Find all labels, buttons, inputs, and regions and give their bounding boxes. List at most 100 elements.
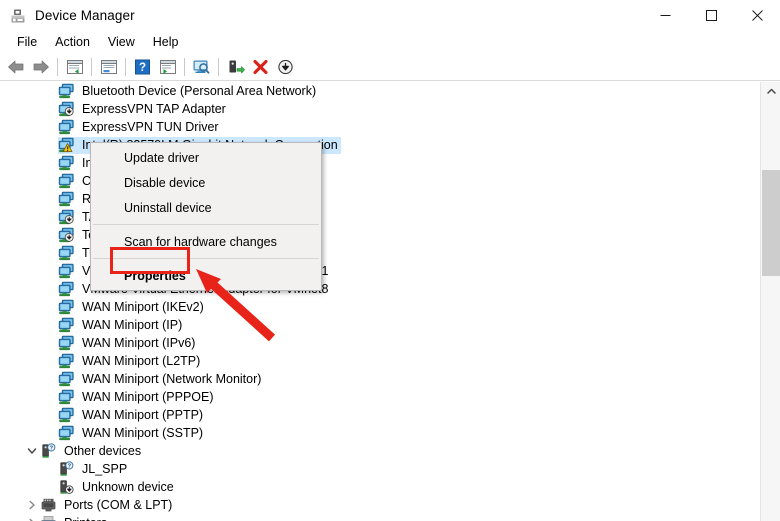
network-adapter-disabled-icon: [58, 209, 75, 225]
tree-row-label: Printers: [61, 515, 110, 521]
show-hide-console-tree-icon[interactable]: [62, 55, 87, 79]
svg-text:?: ?: [50, 446, 54, 452]
window-controls: [642, 0, 780, 31]
context-menu[interactable]: Update driver Disable device Uninstall dev…: [90, 142, 322, 291]
menu-item-help[interactable]: Help: [144, 33, 188, 51]
network-adapter-icon: [58, 389, 75, 405]
scrollbar-thumb[interactable]: [762, 170, 780, 276]
toolbar-separator: [218, 57, 219, 76]
tree-row[interactable]: Ports (COM & LPT): [0, 496, 760, 514]
uninstall-device-icon[interactable]: [248, 55, 273, 79]
tree-row-label: WAN Miniport (PPTP): [82, 408, 204, 422]
tree-row-content: Bluetooth Device (Personal Area Network): [58, 83, 319, 100]
tree-row[interactable]: ? Other devices: [0, 442, 760, 460]
tree-row-label: WAN Miniport (IPv6): [82, 336, 196, 350]
tree-row[interactable]: WAN Miniport (L2TP): [0, 352, 760, 370]
network-adapter-icon: [58, 317, 75, 333]
close-button[interactable]: [734, 0, 780, 31]
minimize-button[interactable]: [642, 0, 688, 31]
context-menu-item[interactable]: Disable device: [91, 170, 321, 195]
tree-row[interactable]: ExpressVPN TUN Driver: [0, 118, 760, 136]
tree-row-label: WAN Miniport (L2TP): [82, 354, 201, 368]
tree-row-label: WAN Miniport (IKEv2): [82, 300, 204, 314]
show-hide-action-pane-icon[interactable]: [155, 55, 180, 79]
tree-row[interactable]: WAN Miniport (SSTP): [0, 424, 760, 442]
tree-row[interactable]: WAN Miniport (IPv6): [0, 334, 760, 352]
unknown-device-icon: ?: [58, 461, 75, 477]
tree-row[interactable]: WAN Miniport (IKEv2): [0, 298, 760, 316]
context-menu-separator: [93, 258, 319, 259]
network-adapter-icon: [58, 119, 75, 135]
toolbar-separator: [125, 57, 126, 76]
tree-row[interactable]: Unknown device: [0, 478, 760, 496]
context-menu-item[interactable]: Scan for hardware changes: [91, 229, 321, 254]
tree-row-content: ExpressVPN TUN Driver: [58, 119, 222, 136]
tree-row[interactable]: WAN Miniport (Network Monitor): [0, 370, 760, 388]
chevron-right-icon[interactable]: [24, 497, 40, 513]
toolbar: ?: [0, 53, 780, 81]
tree-row-content: WAN Miniport (PPPOE): [58, 389, 217, 406]
context-menu-item[interactable]: Properties: [91, 263, 321, 288]
tree-row[interactable]: Bluetooth Device (Personal Area Network): [0, 82, 760, 100]
menu-item-file[interactable]: File: [8, 33, 46, 51]
back-icon[interactable]: [3, 55, 28, 79]
tree-row-content: WAN Miniport (L2TP): [58, 353, 203, 370]
context-menu-item[interactable]: Uninstall device: [91, 195, 321, 220]
tree-row-label: JL_SPP: [82, 462, 128, 476]
network-adapter-disabled-icon: [58, 101, 75, 117]
chevron-right-icon[interactable]: [24, 515, 40, 521]
unknown-device-disabled-icon: [58, 479, 75, 495]
tree-row[interactable]: Printers: [0, 514, 760, 521]
toolbar-separator: [184, 57, 185, 76]
tree-row-content: WAN Miniport (Network Monitor): [58, 371, 264, 388]
network-adapter-icon: [58, 371, 75, 387]
vertical-scrollbar[interactable]: [760, 82, 780, 521]
tree-row-content: WAN Miniport (PPTP): [58, 407, 206, 424]
properties-icon[interactable]: [96, 55, 121, 79]
tree-row-label: ExpressVPN TUN Driver: [82, 120, 219, 134]
network-adapter-icon: [58, 407, 75, 423]
svg-text:?: ?: [68, 464, 72, 470]
menu-bar: File Action View Help: [0, 31, 780, 53]
disable-device-icon[interactable]: [273, 55, 298, 79]
tree-row-content: WAN Miniport (SSTP): [58, 425, 206, 442]
tree-row[interactable]: WAN Miniport (IP): [0, 316, 760, 334]
network-adapter-warning-icon: [58, 137, 75, 153]
tree-row-content: WAN Miniport (IKEv2): [58, 299, 207, 316]
toolbar-separator: [57, 57, 58, 76]
network-adapter-icon: [58, 191, 75, 207]
chevron-down-icon[interactable]: [24, 443, 40, 459]
menu-item-action[interactable]: Action: [46, 33, 99, 51]
tree-row[interactable]: WAN Miniport (PPTP): [0, 406, 760, 424]
tree-row-content: Printers: [40, 515, 110, 521]
context-menu-item[interactable]: Update driver: [91, 145, 321, 170]
network-adapter-icon: [58, 263, 75, 279]
chevron-up-icon[interactable]: [761, 82, 780, 100]
menu-item-view[interactable]: View: [99, 33, 144, 51]
update-driver-icon[interactable]: [223, 55, 248, 79]
printers-icon: [40, 515, 57, 521]
network-adapter-disabled-icon: [58, 227, 75, 243]
maximize-button[interactable]: [688, 0, 734, 31]
forward-icon[interactable]: [28, 55, 53, 79]
tree-row[interactable]: ? JL_SPP: [0, 460, 760, 478]
tree-row[interactable]: WAN Miniport (PPPOE): [0, 388, 760, 406]
help-icon[interactable]: ?: [130, 55, 155, 79]
tree-row[interactable]: ExpressVPN TAP Adapter: [0, 100, 760, 118]
scan-for-hardware-changes-icon[interactable]: [189, 55, 214, 79]
